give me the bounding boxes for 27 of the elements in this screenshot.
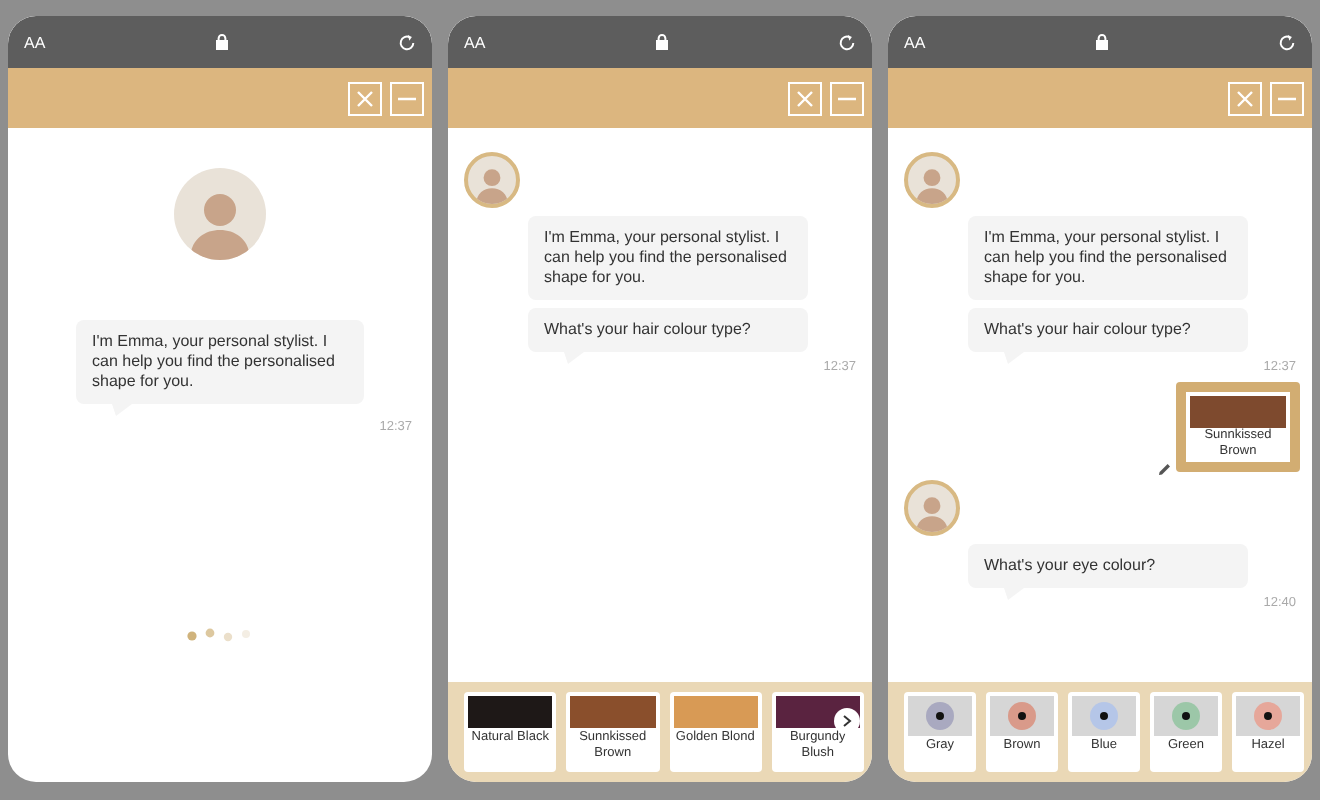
text-size-button[interactable]: AA xyxy=(464,33,486,51)
minimize-button[interactable] xyxy=(830,81,864,115)
chat-bubble: I'm Emma, your personal stylist. I can help you find the personalised shape for you. xyxy=(528,216,808,300)
typing-indicator xyxy=(186,626,254,642)
minimize-button[interactable] xyxy=(390,81,424,115)
close-button[interactable] xyxy=(348,81,382,115)
avatar xyxy=(464,152,520,208)
lock-icon xyxy=(655,34,668,50)
reload-icon[interactable] xyxy=(837,33,856,51)
close-button[interactable] xyxy=(788,81,822,115)
chevron-icon xyxy=(842,714,852,728)
lock-icon xyxy=(215,34,228,50)
avatar xyxy=(174,168,266,260)
avatar xyxy=(904,480,960,536)
chat-bubble: I'm Emma, your personal stylist. I can help you find the personalised shape for you. xyxy=(968,216,1248,300)
pencil-icon[interactable] xyxy=(1158,462,1172,476)
text-size-button[interactable]: AA xyxy=(904,33,926,51)
lock-icon xyxy=(1095,34,1108,50)
reload-icon[interactable] xyxy=(397,33,416,51)
text-size-button[interactable]: AA xyxy=(24,33,46,51)
reload-icon[interactable] xyxy=(1277,33,1296,51)
close-button[interactable] xyxy=(1228,81,1262,115)
close-icon xyxy=(796,89,814,107)
avatar xyxy=(904,152,960,208)
minimize-button[interactable] xyxy=(1270,81,1304,115)
close-icon xyxy=(356,89,374,107)
close-icon xyxy=(1236,89,1254,107)
